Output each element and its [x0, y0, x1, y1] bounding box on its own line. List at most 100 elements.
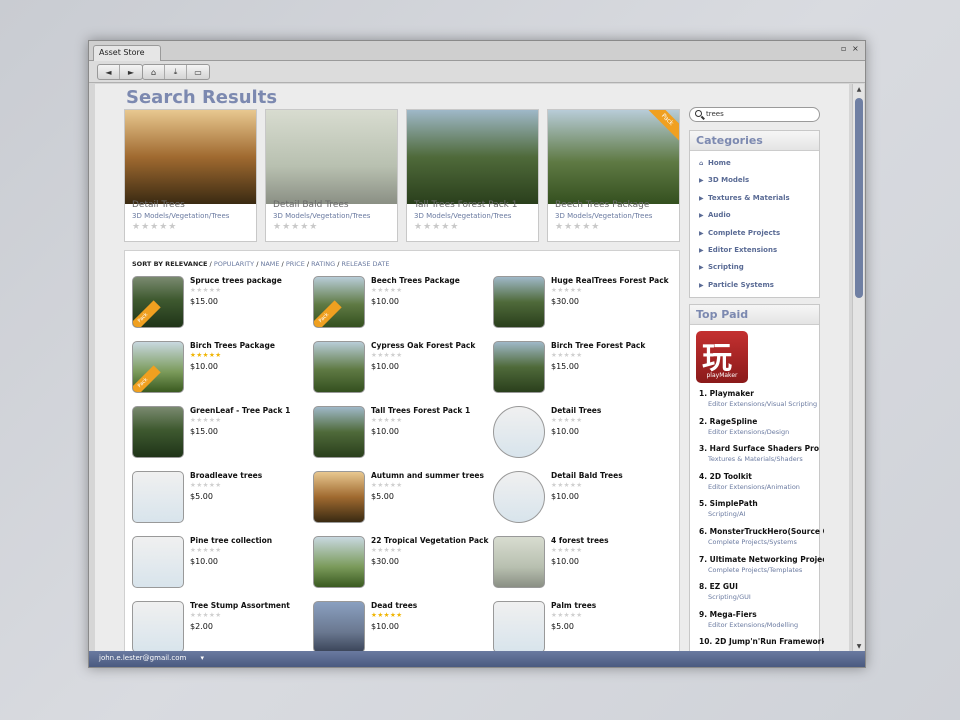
result-item[interactable]: Cypress Oak Forest Pack ★★★★★ $10.00 [313, 341, 488, 397]
top-paid-item[interactable]: 10. 2D Jump'n'Run Framework [699, 637, 824, 646]
top-paid-category[interactable]: Textures & Materials/Shaders [708, 455, 824, 463]
item-name[interactable]: Palm trees [551, 601, 596, 610]
sort-relevance[interactable]: SORT BY RELEVANCE [132, 260, 207, 268]
home-button[interactable]: ⌂ [143, 65, 165, 79]
featured-card[interactable]: Tall Trees Forest Pack 1 3D Models/Vegeta… [406, 109, 539, 242]
result-item[interactable]: GreenLeaf - Tree Pack 1 ★★★★★ $15.00 [132, 406, 307, 462]
top-paid-category[interactable]: Editor Extensions/Design [708, 428, 824, 436]
item-thumbnail[interactable] [313, 536, 365, 588]
featured-card[interactable]: Pack Beech Trees Package 3D Models/Vegetat… [547, 109, 680, 242]
item-thumbnail[interactable] [313, 406, 365, 458]
category-item[interactable]: ▶ Textures & Materials [699, 194, 790, 202]
item-name[interactable]: Pine tree collection [190, 536, 272, 545]
top-paid-category[interactable]: Scripting/AI [708, 510, 824, 518]
featured-card[interactable]: Detail Bald Trees 3D Models/Vegetation/Tr… [265, 109, 398, 242]
sort-rating[interactable]: RATING [311, 260, 335, 268]
item-thumbnail[interactable] [313, 471, 365, 523]
top-paid-category[interactable]: Complete Projects/Systems [708, 538, 824, 546]
download-button[interactable]: ⤓ [165, 65, 187, 79]
tab-asset-store[interactable]: Asset Store [93, 45, 161, 61]
category-item[interactable]: ▶ Scripting [699, 263, 744, 271]
item-thumbnail[interactable] [493, 471, 545, 523]
top-paid-item[interactable]: 7. Ultimate Networking Project Complete P… [699, 555, 824, 574]
item-name[interactable]: 4 forest trees [551, 536, 609, 545]
top-paid-item[interactable]: 1. Playmaker Editor Extensions/Visual Scr… [699, 389, 824, 408]
sort-name[interactable]: NAME [260, 260, 279, 268]
print-button[interactable]: ▭ [187, 65, 209, 79]
top-paid-name[interactable]: 7. Ultimate Networking Project [699, 555, 824, 564]
item-thumbnail[interactable] [493, 406, 545, 458]
top-paid-item[interactable]: 8. EZ GUI Scripting/GUI [699, 582, 824, 601]
featured-image[interactable] [125, 110, 256, 204]
result-item[interactable]: Broadleave trees ★★★★★ $5.00 [132, 471, 307, 527]
item-thumbnail[interactable] [493, 276, 545, 328]
item-name[interactable]: Dead trees [371, 601, 417, 610]
featured-title[interactable]: Beech Trees Package [555, 200, 649, 210]
result-item[interactable]: 22 Tropical Vegetation Pack ★★★★★ $30.00 [313, 536, 488, 592]
category-item[interactable]: ▶ Audio [699, 211, 731, 219]
top-paid-name[interactable]: 9. Mega-Fiers [699, 610, 824, 619]
item-name[interactable]: Beech Trees Package [371, 276, 460, 285]
item-thumbnail[interactable]: Pack [132, 341, 184, 393]
featured-title[interactable]: Detail Trees [132, 200, 185, 210]
item-thumbnail[interactable]: Pack [313, 276, 365, 328]
top-paid-name[interactable]: 2. RageSpline [699, 417, 824, 426]
top-paid-name[interactable]: 6. MonsterTruckHero(Source C [699, 527, 824, 536]
item-thumbnail[interactable] [132, 471, 184, 523]
featured-image[interactable] [407, 110, 538, 204]
category-item[interactable]: ▶ Complete Projects [699, 229, 780, 237]
vertical-scrollbar[interactable]: ▲ ▼ [852, 84, 864, 653]
scroll-up-icon[interactable]: ▲ [854, 85, 864, 95]
close-icon[interactable]: × [852, 44, 859, 53]
top-paid-category[interactable]: Editor Extensions/Modelling [708, 621, 824, 629]
restore-icon[interactable]: ▫ [841, 44, 846, 53]
top-paid-category[interactable]: Editor Extensions/Animation [708, 483, 824, 491]
featured-card[interactable]: Detail Trees 3D Models/Vegetation/Trees ★★… [124, 109, 257, 242]
result-item[interactable]: Pack Birch Trees Package ★★★★★ $10.00 [132, 341, 307, 397]
result-item[interactable]: Pack Beech Trees Package ★★★★★ $10.00 [313, 276, 488, 332]
result-item[interactable]: Pack Spruce trees package ★★★★★ $15.00 [132, 276, 307, 332]
item-thumbnail[interactable] [493, 536, 545, 588]
featured-image[interactable] [266, 110, 397, 204]
forward-button[interactable]: ► [120, 65, 142, 79]
result-item[interactable]: Detail Bald Trees ★★★★★ $10.00 [493, 471, 668, 527]
category-item[interactable]: ▶ 3D Models [699, 176, 749, 184]
item-name[interactable]: Detail Bald Trees [551, 471, 623, 480]
result-item[interactable]: Dead trees ★★★★★ $10.00 [313, 601, 488, 653]
category-item[interactable]: ▶ Particle Systems [699, 281, 774, 289]
scroll-thumb[interactable] [855, 98, 863, 298]
top-paid-name[interactable]: 1. Playmaker [699, 389, 824, 398]
top-paid-name[interactable]: 4. 2D Toolkit [699, 472, 824, 481]
top-paid-name[interactable]: 3. Hard Surface Shaders Pro [699, 444, 824, 453]
item-thumbnail[interactable] [493, 341, 545, 393]
item-name[interactable]: Spruce trees package [190, 276, 282, 285]
item-name[interactable]: Tree Stump Assortment [190, 601, 290, 610]
top-paid-item[interactable]: 9. Mega-Fiers Editor Extensions/Modelling [699, 610, 824, 629]
user-menu-icon[interactable]: ▾ [201, 654, 205, 662]
result-item[interactable]: Huge RealTrees Forest Pack ★★★★★ $30.00 [493, 276, 669, 332]
top-paid-category[interactable]: Complete Projects/Templates [708, 566, 824, 574]
top-paid-item[interactable]: 2. RageSpline Editor Extensions/Design [699, 417, 824, 436]
result-item[interactable]: Pine tree collection ★★★★★ $10.00 [132, 536, 307, 592]
back-button[interactable]: ◄ [98, 65, 120, 79]
featured-image[interactable]: Pack [548, 110, 679, 204]
top-paid-category[interactable]: Editor Extensions/Visual Scripting [708, 400, 824, 408]
result-item[interactable]: Birch Tree Forest Pack ★★★★★ $15.00 [493, 341, 668, 397]
item-name[interactable]: GreenLeaf - Tree Pack 1 [190, 406, 290, 415]
item-name[interactable]: Autumn and summer trees [371, 471, 484, 480]
result-item[interactable]: Autumn and summer trees ★★★★★ $5.00 [313, 471, 488, 527]
top-paid-name[interactable]: 8. EZ GUI [699, 582, 824, 591]
item-thumbnail[interactable] [493, 601, 545, 653]
item-thumbnail[interactable] [132, 601, 184, 653]
featured-title[interactable]: Tall Trees Forest Pack 1 [414, 200, 517, 210]
result-item[interactable]: Detail Trees ★★★★★ $10.00 [493, 406, 668, 462]
top-paid-category[interactable]: Scripting/GUI [708, 593, 824, 601]
featured-title[interactable]: Detail Bald Trees [273, 200, 349, 210]
result-item[interactable]: 4 forest trees ★★★★★ $10.00 [493, 536, 668, 592]
result-item[interactable]: Tall Trees Forest Pack 1 ★★★★★ $10.00 [313, 406, 488, 462]
item-name[interactable]: Broadleave trees [190, 471, 262, 480]
item-name[interactable]: Birch Trees Package [190, 341, 275, 350]
sort-price[interactable]: PRICE [286, 260, 305, 268]
result-item[interactable]: Palm trees ★★★★★ $5.00 [493, 601, 668, 653]
item-name[interactable]: Tall Trees Forest Pack 1 [371, 406, 470, 415]
